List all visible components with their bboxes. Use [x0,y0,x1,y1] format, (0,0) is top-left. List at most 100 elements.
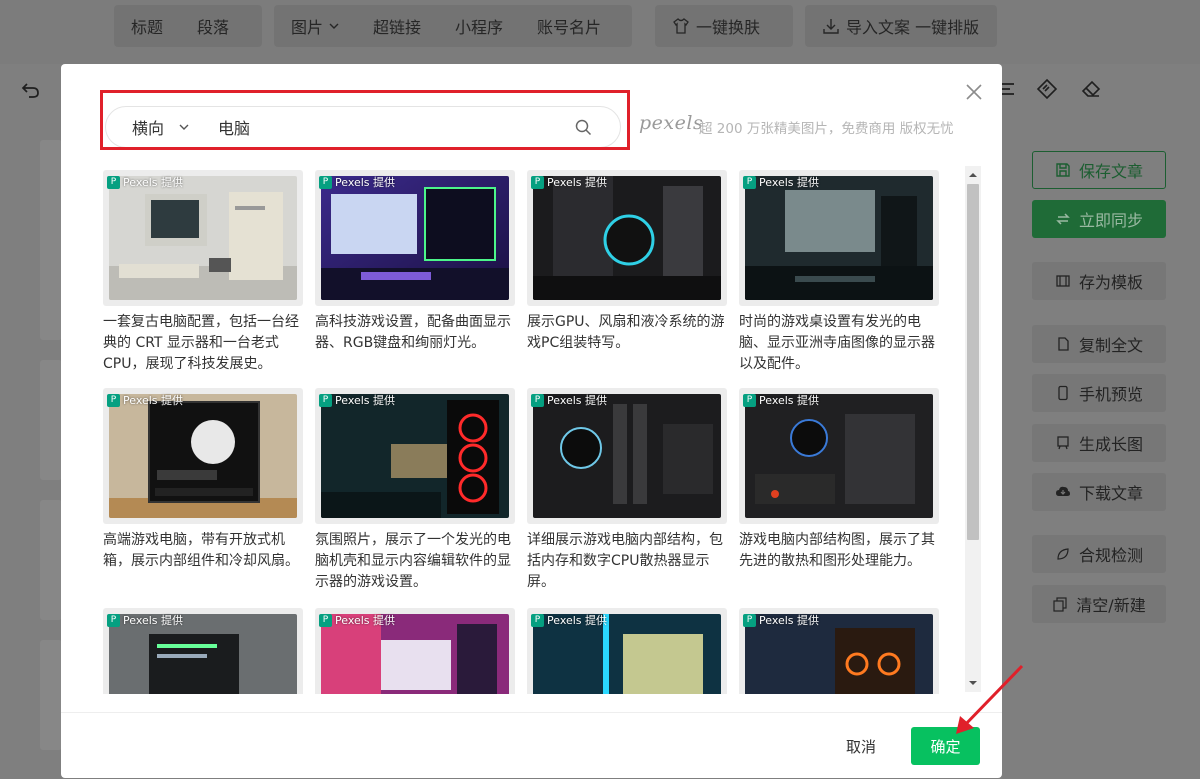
eraser-icon[interactable] [1080,78,1102,100]
pexels-mark-icon: P [107,393,120,407]
dialog-footer-divider [61,712,1002,713]
pexels-badge: P Pexels 提供 [531,174,607,190]
badge-label: Pexels 提供 [335,614,396,627]
compliance-check-button[interactable]: 合规检测 [1032,535,1166,573]
toolbar-account-card-button[interactable]: 账号名片 [520,14,618,38]
pexels-mark-icon: P [319,175,332,189]
copy-icon [1053,597,1067,612]
pexels-mark-icon: P [319,613,332,627]
image-thumbnail [745,176,933,300]
pexels-mark-icon: P [743,393,756,407]
pexels-mark-icon: P [743,175,756,189]
pexels-badge: P Pexels 提供 [531,392,607,408]
pexels-badge: P Pexels 提供 [319,392,395,408]
leaf-icon [1057,548,1069,560]
pexels-badge: P Pexels 提供 [319,174,395,190]
left-panel-card [40,140,62,340]
mobile-preview-button[interactable]: 手机预览 [1032,374,1166,412]
image-description: 时尚的游戏桌设置有发光的电脑、显示亚洲寺庙图像的显示器以及配件。 [739,314,935,372]
toolbar-skin-label: 一键换肤 [696,18,761,37]
badge-label: Pexels 提供 [123,614,184,627]
toolbar-paragraph-button[interactable]: 段落 [180,14,246,38]
image-thumb-frame: P Pexels 提供 [315,170,515,306]
copy-all-label: 复制全文 [1078,336,1143,355]
undo-icon[interactable] [20,78,42,100]
pexels-badge: P Pexels 提供 [743,612,819,628]
image-picker-dialog: 横向 pexels 超 200 万张精美图片，免费商用 版权无忧 [61,64,1002,778]
toolbar-miniprogram-button[interactable]: 小程序 [438,14,520,38]
pexels-badge: P Pexels 提供 [531,612,607,628]
scrollbar-thumb[interactable] [967,184,979,540]
toolbar-hyperlink-button[interactable]: 超链接 [356,14,438,38]
pexels-mark-icon: P [531,175,544,189]
search-highlight-box [100,90,630,150]
image-thumb-frame: P Pexels 提供 [527,388,727,524]
image-thumbnail [745,394,933,518]
scroll-up-icon[interactable] [968,170,978,180]
image-thumb-frame: P Pexels 提供 [103,608,303,694]
left-panel-card [40,500,62,620]
image-thumbnail [533,394,721,518]
save-icon [1056,163,1070,177]
toolbar-image-button[interactable]: 图片 [274,14,356,38]
cancel-button[interactable]: 取消 [831,728,891,764]
image-thumbnail [321,394,509,518]
badge-label: Pexels 提供 [335,394,396,407]
import-icon [823,19,839,34]
pexels-badge: P Pexels 提供 [107,174,183,190]
badge-label: Pexels 提供 [123,176,184,189]
save-article-button[interactable]: 保存文章 [1032,151,1166,189]
generate-long-image-button[interactable]: 生成长图 [1032,424,1166,462]
badge-label: Pexels 提供 [759,176,820,189]
image-thumb-frame: P Pexels 提供 [103,388,303,524]
image-thumbnail [321,176,509,300]
phone-icon [1058,385,1068,401]
left-panel-card [40,360,62,480]
image-thumb-frame: P Pexels 提供 [103,170,303,306]
image-thumb-frame: P Pexels 提供 [739,608,939,694]
pexels-mark-icon: P [107,175,120,189]
image-thumb-frame: P Pexels 提供 [315,608,515,694]
image-thumbnail [533,176,721,300]
sync-icon [1056,213,1070,225]
badge-label: Pexels 提供 [547,614,608,627]
image-description: 详细展示游戏电脑内部结构，包括内存和数字CPU散热器显示屏。 [527,532,723,590]
toolbar-group-skin: 一键换肤 [655,5,793,47]
badge-label: Pexels 提供 [123,394,184,407]
results-scrollbar[interactable] [965,166,981,692]
document-icon [1058,337,1069,351]
image-description: 高端游戏电脑，带有开放式机箱，展示内部组件和冷却风扇。 [103,532,299,569]
save-template-button[interactable]: 存为模板 [1032,262,1166,300]
cloud-download-icon [1055,486,1070,496]
generate-long-image-label: 生成长图 [1078,435,1143,454]
mobile-preview-label: 手机预览 [1078,385,1143,404]
copy-all-button[interactable]: 复制全文 [1032,325,1166,363]
format-brush-icon[interactable] [1036,78,1058,100]
toolbar-import-button[interactable]: 导入文案 一键排版 [805,14,996,38]
image-thumb-frame: P Pexels 提供 [527,608,727,694]
pexels-badge: P Pexels 提供 [743,174,819,190]
save-article-label: 保存文章 [1078,162,1143,181]
clear-new-label: 清空/新建 [1076,596,1146,615]
badge-label: Pexels 提供 [759,394,820,407]
toolbar-group-text: 标题 段落 [114,5,262,47]
pexels-logo: pexels [639,112,704,134]
pexels-badge: P Pexels 提供 [107,612,183,628]
toolbar-skin-button[interactable]: 一键换肤 [655,14,777,38]
left-panel-card [40,640,62,750]
download-article-button[interactable]: 下载文章 [1032,473,1166,511]
close-icon[interactable] [962,80,986,104]
save-template-label: 存为模板 [1078,273,1143,292]
sync-now-button[interactable]: 立即同步 [1032,200,1166,238]
long-image-icon [1057,436,1069,450]
compliance-check-label: 合规检测 [1078,546,1143,565]
toolbar-title-button[interactable]: 标题 [114,14,180,38]
badge-label: Pexels 提供 [335,176,396,189]
image-description: 游戏电脑内部结构图，展示了其先进的散热和图形处理能力。 [739,532,935,569]
download-article-label: 下载文章 [1078,484,1143,503]
pexels-badge: P Pexels 提供 [743,392,819,408]
image-thumbnail [109,176,297,300]
clear-new-button[interactable]: 清空/新建 [1032,585,1166,623]
image-description: 高科技游戏设置，配备曲面显示器、RGB键盘和绚丽灯光。 [315,314,511,351]
pexels-mark-icon: P [107,613,120,627]
